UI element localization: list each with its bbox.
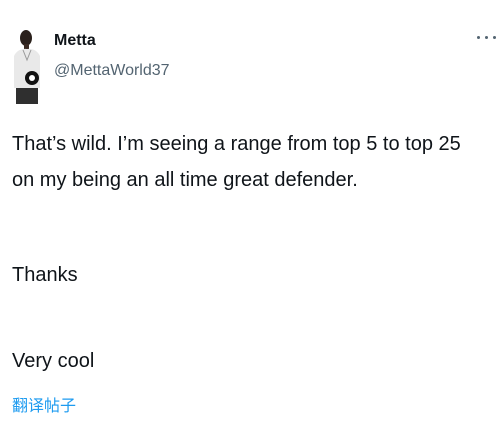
more-horizontal-icon: [493, 36, 496, 39]
translate-post-link[interactable]: 翻译帖子: [12, 392, 76, 416]
avatar[interactable]: [12, 26, 42, 106]
tweet-text-paragraph: That’s wild. I’m seeing a range from top…: [12, 133, 461, 191]
more-options-button[interactable]: [475, 30, 499, 46]
more-horizontal-icon: [477, 36, 480, 39]
more-horizontal-icon: [485, 36, 488, 39]
tweet-text-paragraph: Very cool: [12, 350, 95, 372]
tweet-text-paragraph: Thanks: [12, 264, 78, 286]
tweet-header: Metta @MettaWorld37: [12, 22, 496, 106]
author-name[interactable]: Metta: [54, 32, 96, 50]
author-handle[interactable]: @MettaWorld37: [54, 62, 170, 80]
tweet: Metta @MettaWorld37 That’s wild. I’m see…: [0, 0, 500, 440]
